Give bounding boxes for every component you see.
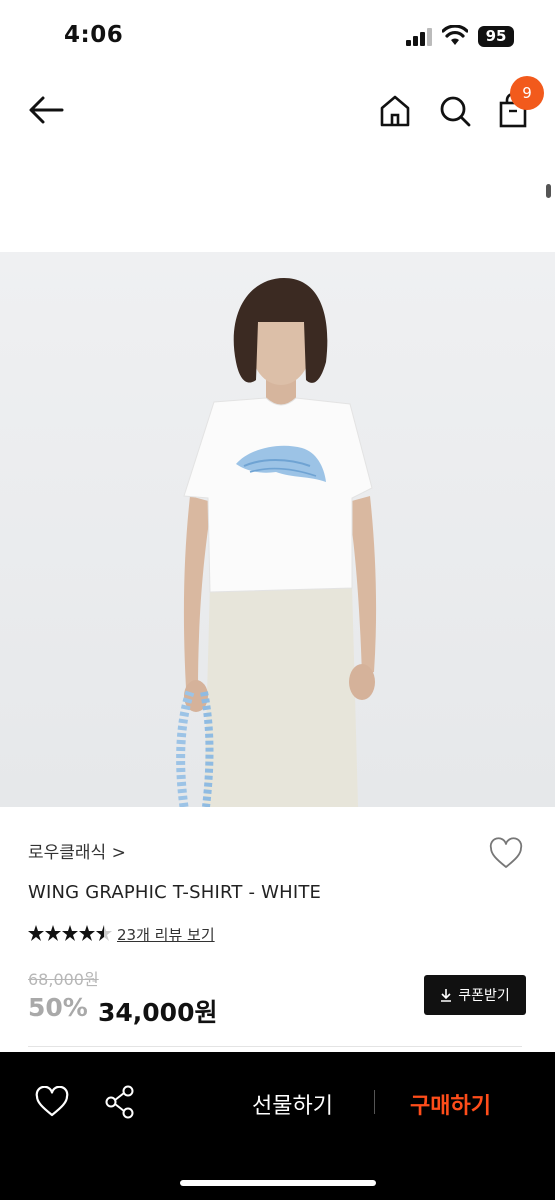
top-navigation: 9: [0, 72, 555, 152]
star-full-icon: [62, 925, 78, 941]
cart-count-badge: 9: [510, 76, 544, 110]
heart-icon[interactable]: [34, 1086, 70, 1118]
star-full-icon: [79, 925, 95, 941]
home-icon[interactable]: [376, 92, 414, 130]
home-indicator: [180, 1180, 376, 1186]
battery-indicator: 95: [478, 26, 514, 47]
wishlist-heart-icon[interactable]: [488, 836, 524, 872]
brand-link[interactable]: 로우클래식 >: [28, 838, 126, 863]
discount-rate: 50%: [28, 993, 88, 1022]
cellular-signal-icon: [406, 28, 432, 46]
buy-button[interactable]: 구매하기: [410, 1088, 491, 1120]
bottom-action-bar: 선물하기 구매하기: [0, 1052, 555, 1200]
wifi-icon: [442, 25, 468, 45]
status-time: 4:06: [64, 22, 124, 48]
separator: [374, 1090, 375, 1114]
star-full-icon: [28, 925, 44, 941]
product-title: WING GRAPHIC T-SHIRT - WHITE: [28, 882, 322, 903]
share-icon[interactable]: [104, 1084, 136, 1120]
scrollbar-thumb[interactable]: [546, 184, 551, 198]
divider: [28, 1046, 522, 1047]
gift-button[interactable]: 선물하기: [252, 1088, 333, 1120]
back-arrow-icon[interactable]: [26, 92, 66, 128]
original-price: 68,000원: [28, 970, 99, 989]
sale-price: 34,000원: [98, 998, 218, 1027]
model-illustration: [0, 252, 555, 807]
coupon-button[interactable]: 쿠폰받기: [424, 975, 526, 1015]
rating-stars: [28, 924, 112, 944]
product-image[interactable]: [0, 252, 555, 807]
star-full-icon: [45, 925, 61, 941]
review-link[interactable]: 23개 리뷰 보기: [117, 924, 215, 945]
download-icon: [441, 989, 452, 1002]
coupon-label: 쿠폰받기: [458, 988, 510, 1004]
status-bar: 4:06 95: [0, 0, 555, 72]
star-half-icon: [96, 925, 112, 941]
search-icon[interactable]: [436, 92, 474, 130]
